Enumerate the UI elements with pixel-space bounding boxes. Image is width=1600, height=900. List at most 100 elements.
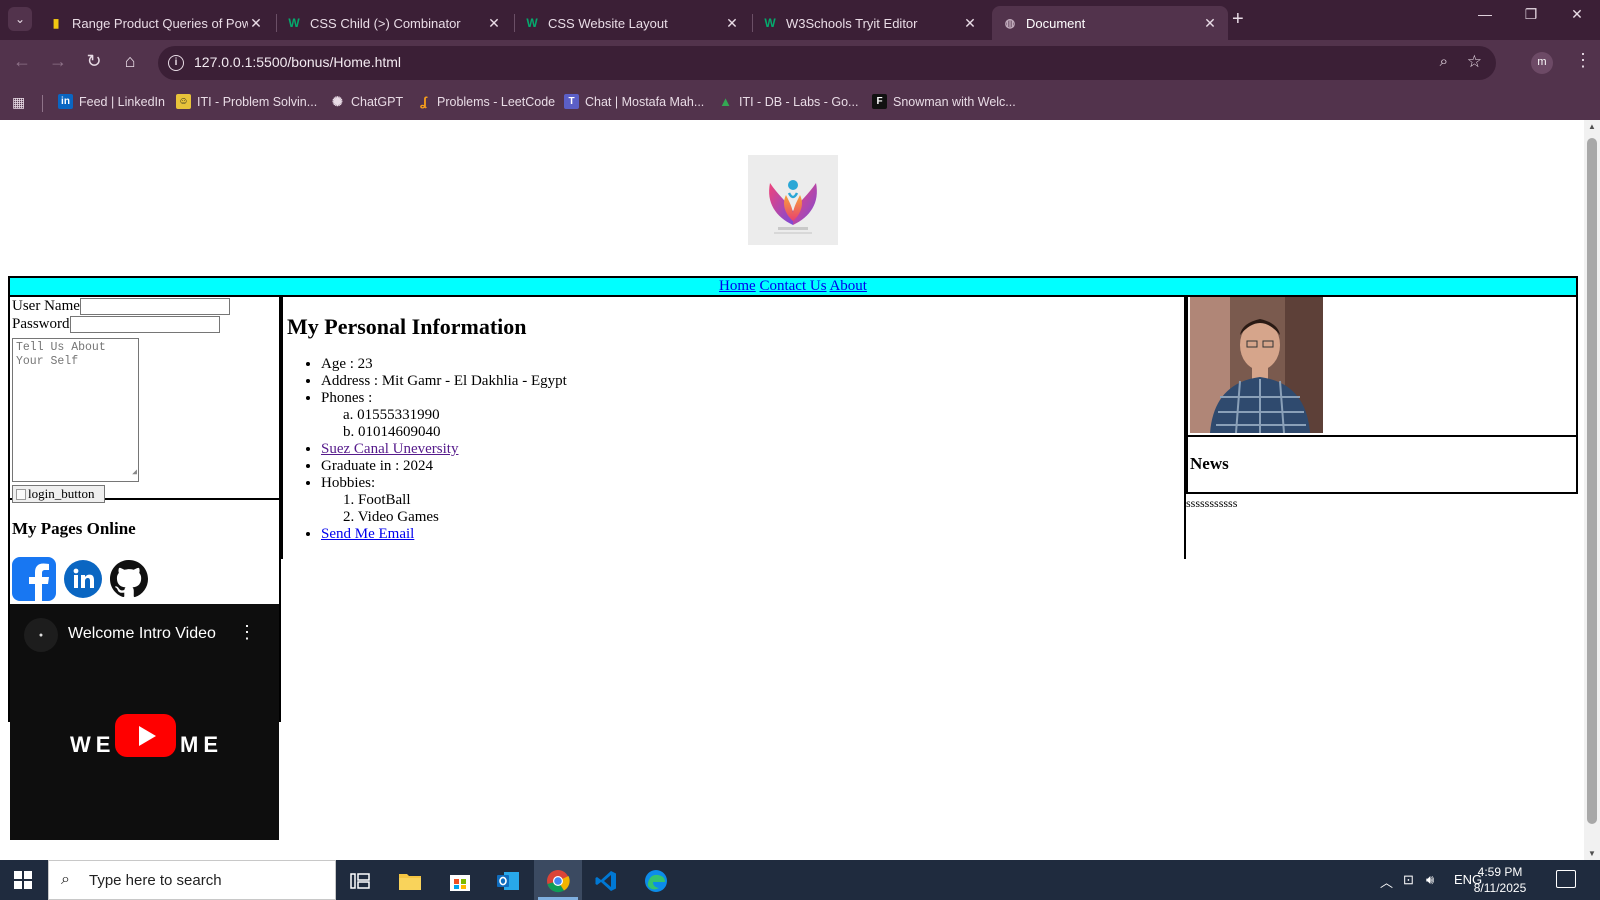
file-explorer-icon[interactable]	[390, 866, 430, 896]
resize-grip-icon[interactable]: ◢	[132, 466, 137, 480]
task-view-icon[interactable]	[340, 866, 380, 896]
bookmark-chat-mostafa[interactable]: T Chat | Mostafa Mah...	[564, 94, 704, 109]
news-heading: News	[1190, 454, 1229, 473]
bookmark-chatgpt[interactable]: ✺ ChatGPT	[330, 94, 403, 109]
username-input[interactable]	[80, 298, 230, 315]
toolbar: ← → ↻ ⌂ i 127.0.0.1:5500/bonus/Home.html…	[0, 40, 1600, 86]
powerbi-icon: ▮	[52, 16, 60, 30]
bookmark-label: ChatGPT	[351, 94, 404, 109]
minimize-icon[interactable]: —	[1462, 6, 1508, 22]
video-overlay-text-right: ME	[180, 732, 223, 757]
linkedin-icon[interactable]	[64, 560, 102, 604]
password-input[interactable]	[70, 316, 220, 333]
page-scrollbar[interactable]: ▲ ▼	[1584, 120, 1600, 860]
scrollbar-thumb[interactable]	[1587, 138, 1597, 824]
new-tab-icon[interactable]: +	[1232, 8, 1244, 31]
video-overlay-text-left: WE	[70, 732, 116, 757]
apps-grid-icon[interactable]: ▦	[12, 94, 25, 111]
tab-css-layout[interactable]: W CSS Website Layout ✕	[514, 6, 750, 40]
bookmark-label: ITI - DB - Labs - Go...	[739, 94, 859, 109]
restore-icon[interactable]: ❐	[1508, 6, 1554, 23]
microsoft-store-icon[interactable]	[440, 866, 480, 896]
outlook-icon[interactable]	[488, 866, 528, 896]
nav-home-link[interactable]: Home	[719, 278, 756, 294]
tab-document[interactable]: ◍ Document ✕	[992, 6, 1228, 40]
close-icon[interactable]: ✕	[486, 15, 502, 32]
hobbies-list: 1. FootBall 2. Video Games	[343, 492, 567, 526]
send-email-link[interactable]: Send Me Email	[321, 526, 414, 542]
scroll-down-icon[interactable]: ▼	[1588, 849, 1596, 858]
about-textarea[interactable]: Tell Us About Your Self ◢	[12, 338, 139, 482]
channel-avatar[interactable]: ●	[24, 618, 58, 652]
vscode-icon[interactable]	[586, 866, 626, 896]
edge-icon[interactable]	[636, 866, 676, 896]
back-icon[interactable]: ←	[10, 51, 34, 72]
window-close-icon[interactable]: ✕	[1554, 6, 1600, 23]
figma-icon: F	[872, 94, 887, 109]
list-item: Suez Canal Uneversity	[321, 441, 567, 458]
close-icon[interactable]: ✕	[724, 15, 740, 32]
list-item: Address : Mit Gamr - El Dakhlia - Egypt	[321, 373, 567, 390]
profile-avatar[interactable]: m	[1531, 52, 1553, 74]
play-button-icon[interactable]	[115, 714, 176, 757]
tray-overflow-icon[interactable]: ︿	[1380, 872, 1393, 891]
bookmark-iti-db[interactable]: ▲ ITI - DB - Labs - Go...	[718, 94, 858, 109]
globe-icon: ◍	[1004, 16, 1016, 30]
site-info-icon[interactable]: i	[168, 55, 184, 71]
chrome-icon[interactable]	[538, 866, 578, 896]
notification-icon[interactable]	[1556, 870, 1576, 888]
home-icon[interactable]: ⌂	[118, 51, 142, 72]
video-title[interactable]: Welcome Intro Video	[68, 625, 216, 643]
close-icon[interactable]: ✕	[248, 15, 264, 32]
browser-menu-icon[interactable]: ⋮	[1574, 50, 1592, 71]
bookmark-label: Snowman with Welc...	[893, 94, 1016, 109]
username-label: User Name	[12, 298, 80, 314]
github-icon[interactable]	[110, 560, 148, 604]
video-menu-icon[interactable]: ⋮	[238, 622, 256, 643]
close-icon[interactable]: ✕	[1202, 15, 1218, 32]
system-clock[interactable]: 4:59 PM 8/11/2025	[1470, 864, 1530, 896]
login-button[interactable]: login_button	[12, 485, 105, 503]
close-icon[interactable]: ✕	[962, 15, 978, 32]
volume-icon[interactable]: 🔊︎	[1426, 872, 1434, 888]
tab-css-child[interactable]: W CSS Child (>) Combinator ✕	[276, 6, 512, 40]
phones-label: Phones :	[321, 390, 373, 406]
address-bar[interactable]: i 127.0.0.1:5500/bonus/Home.html ⌕ ☆	[158, 46, 1496, 80]
bookmark-label: Feed | LinkedIn	[79, 94, 165, 109]
hobbies-label: Hobbies:	[321, 475, 376, 491]
profile-photo	[1190, 297, 1323, 433]
bookmark-leetcode[interactable]: ʆ Problems - LeetCode	[416, 94, 555, 109]
scroll-up-icon[interactable]: ▲	[1588, 122, 1596, 131]
personal-info-list: Age : 23 Address : Mit Gamr - El Dakhlia…	[321, 356, 567, 543]
profile-photo-box	[1186, 297, 1578, 437]
bookmark-label: Problems - LeetCode	[437, 94, 556, 109]
bookmark-iti-problem[interactable]: ☺ ITI - Problem Solvin...	[176, 94, 317, 109]
bookmark-linkedin[interactable]: in Feed | LinkedIn	[58, 94, 165, 109]
news-box: News	[1186, 437, 1578, 494]
clock-date: 8/11/2025	[1473, 881, 1527, 895]
nav-contact-link[interactable]: Contact Us	[759, 278, 826, 294]
url-text[interactable]: 127.0.0.1:5500/bonus/Home.html	[194, 54, 401, 70]
pages-online: My Pages Online	[10, 502, 279, 604]
tab-search-dropdown[interactable]: ⌄	[8, 7, 32, 31]
network-icon[interactable]: ⊡	[1403, 872, 1414, 888]
university-link[interactable]: Suez Canal Uneversity	[321, 441, 458, 457]
taskbar-search[interactable]: ⌕ Type here to search	[48, 860, 336, 900]
news-text: sssssssssss	[1186, 496, 1238, 510]
tab-range-product[interactable]: ▮ Range Product Queries of Powe ✕	[38, 6, 274, 40]
phones-list: a. 01555331990 b. 01014609040	[343, 407, 567, 441]
left-sidebar: User Name Password Tell Us About Your Se…	[8, 297, 281, 840]
tab-strip: ⌄ ▮ Range Product Queries of Powe ✕ W CS…	[0, 0, 1600, 40]
facebook-icon[interactable]	[12, 557, 56, 601]
forward-icon[interactable]: →	[46, 51, 70, 72]
nav-about-link[interactable]: About	[829, 278, 867, 294]
tab-title: Document	[1026, 15, 1086, 31]
reload-icon[interactable]: ↻	[82, 51, 106, 72]
intro-video-embed[interactable]: ● Welcome Intro Video ⋮ WE ME	[10, 604, 279, 840]
windows-start-icon[interactable]	[14, 871, 32, 889]
bookmark-snowman[interactable]: F Snowman with Welc...	[872, 94, 1016, 109]
bookmark-star-icon[interactable]: ☆	[1467, 52, 1482, 72]
tab-tryit-editor[interactable]: W W3Schools Tryit Editor ✕	[752, 6, 988, 40]
zoom-icon[interactable]: ⌕	[1440, 53, 1448, 70]
tab-title: CSS Child (>) Combinator	[310, 15, 461, 31]
